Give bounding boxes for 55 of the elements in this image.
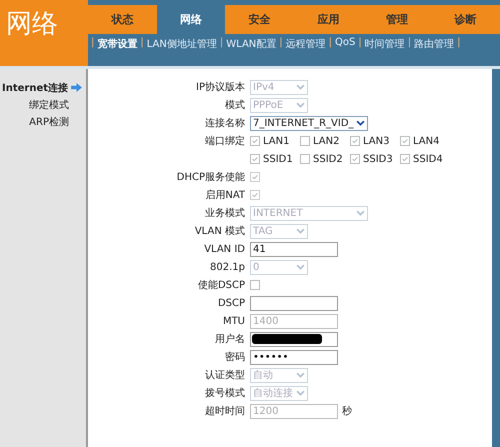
separator: | (220, 37, 224, 48)
field-label: DSCP (218, 298, 245, 308)
separator: | (328, 37, 332, 48)
checkbox-label: SSID1 (263, 154, 293, 164)
nav-tab[interactable]: 安全 (225, 5, 294, 34)
nav-tab[interactable]: 应用 (294, 5, 363, 34)
subnav-link[interactable]: 时间管理 (364, 37, 405, 51)
subnav-link[interactable]: LAN侧地址管理 (146, 37, 217, 51)
field-label: 模式 (225, 98, 245, 112)
input-field[interactable]: •••••• (250, 350, 338, 364)
field-label: 拨号模式 (205, 386, 245, 400)
sidebar-item[interactable]: Internet连接 (2, 80, 68, 94)
field-label: 用户名 (215, 332, 245, 346)
subnav-link[interactable]: QoS (335, 37, 356, 48)
subnav-link[interactable]: WLAN配置 (226, 37, 276, 51)
checkbox-label: LAN3 (363, 136, 390, 146)
separator: | (91, 37, 94, 48)
field-label: MTU (222, 316, 245, 326)
page-title: 网络 (0, 0, 88, 66)
field-label: DHCP服务使能 (176, 170, 245, 184)
field-label: 使能DSCP (198, 278, 245, 292)
separator: | (408, 37, 412, 48)
field-label: 业务模式 (205, 206, 245, 220)
subnav-link[interactable]: 远程管理 (286, 37, 326, 51)
unit-label: 秒 (342, 404, 352, 418)
field-label: 启用NAT (205, 188, 245, 202)
separator: | (140, 37, 144, 48)
field-label: 超时时间 (205, 404, 245, 418)
checkbox-label: LAN4 (413, 136, 440, 146)
field-label: VLAN ID (204, 244, 245, 254)
field-label: 认证类型 (205, 368, 245, 382)
input-field[interactable]: 41 (250, 242, 338, 256)
field-label: IP协议版本 (196, 80, 245, 94)
separator: | (279, 37, 283, 48)
sidebar-item[interactable]: ARP检测 (29, 114, 69, 128)
separator: | (457, 37, 460, 48)
field-label: VLAN 模式 (194, 224, 245, 238)
subnav-link[interactable]: 路由管理 (414, 37, 454, 51)
nav-tab[interactable]: 管理 (362, 5, 432, 34)
checkbox-label: SSID4 (413, 154, 443, 164)
nav-tab[interactable]: 网络 (156, 5, 226, 34)
checkbox-label: LAN2 (313, 136, 340, 146)
nav-tab[interactable]: 诊断 (431, 5, 500, 34)
checkbox-label: SSID3 (363, 154, 393, 164)
field-label: 密码 (225, 350, 245, 364)
checkbox-label: LAN1 (263, 136, 290, 146)
field-label: 802.1p (210, 262, 245, 272)
field-label: 连接名称 (205, 116, 245, 130)
checkbox-label: SSID2 (313, 154, 343, 164)
separator: | (358, 37, 362, 48)
subnav-link[interactable]: 宽带设置 (97, 37, 138, 51)
sidebar-item[interactable]: 绑定模式 (29, 98, 69, 112)
nav-tab[interactable]: 状态 (88, 5, 157, 34)
field-label: 端口绑定 (205, 134, 245, 148)
dropdown[interactable]: 7_INTERNET_R_VID_ (250, 116, 368, 130)
